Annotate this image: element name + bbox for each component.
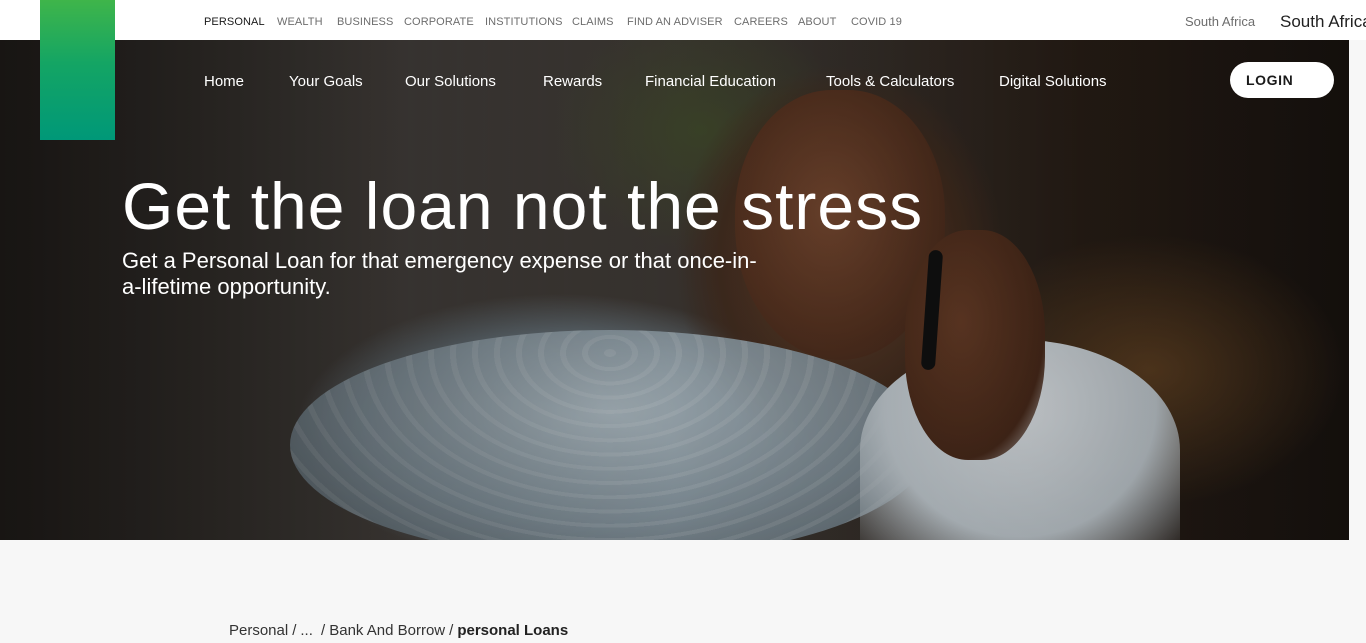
segment-bar: PERSONAL WEALTH BUSINESS CORPORATE INSTI… xyxy=(0,0,1366,40)
segment-link-institutions[interactable]: INSTITUTIONS xyxy=(485,15,563,29)
hero-banner: Home Your Goals Our Solutions Rewards Fi… xyxy=(0,40,1349,540)
nav-digital-solutions[interactable]: Digital Solutions xyxy=(999,73,1107,90)
breadcrumb-bank-borrow[interactable]: Bank And Borrow xyxy=(329,622,445,639)
segment-link-covid19[interactable]: COVID 19 xyxy=(851,15,902,29)
breadcrumb-separator: / xyxy=(292,622,297,639)
nav-your-goals[interactable]: Your Goals xyxy=(289,73,363,90)
segment-link-find-adviser[interactable]: FIND AN ADVISER xyxy=(627,15,723,29)
login-button[interactable]: LOGIN xyxy=(1230,62,1334,98)
nav-our-solutions[interactable]: Our Solutions xyxy=(405,73,496,90)
segment-link-business[interactable]: BUSINESS xyxy=(337,15,393,29)
breadcrumb-separator: / xyxy=(316,622,326,639)
segment-link-personal[interactable]: PERSONAL xyxy=(204,15,265,29)
hero-subtitle: Get a Personal Loan for that emergency e… xyxy=(122,248,757,299)
nav-financial-education[interactable]: Financial Education xyxy=(645,73,776,90)
nav-rewards[interactable]: Rewards xyxy=(543,73,602,90)
breadcrumb: Personal /... / Bank And Borrow / personal L… xyxy=(229,622,568,639)
breadcrumb-personal[interactable]: Personal xyxy=(229,622,288,639)
nav-home[interactable]: Home xyxy=(204,73,244,90)
segment-link-claims[interactable]: CLAIMS xyxy=(572,15,614,29)
segment-link-wealth[interactable]: WEALTH xyxy=(277,15,323,29)
segment-link-corporate[interactable]: CORPORATE xyxy=(404,15,474,29)
breadcrumb-ellipsis[interactable]: ... xyxy=(300,622,313,639)
country-selector[interactable]: South Africa xyxy=(1185,14,1255,29)
nav-tools-calculators[interactable]: Tools & Calculators xyxy=(826,73,954,90)
segment-link-about[interactable]: ABOUT xyxy=(798,15,836,29)
hero-title: Get the loan not the stress xyxy=(122,169,924,243)
brand-logo[interactable] xyxy=(40,0,115,140)
country-label: South Africa xyxy=(1280,12,1366,31)
breadcrumb-separator: / xyxy=(449,622,454,639)
breadcrumb-current: personal Loans xyxy=(457,622,569,639)
segment-link-careers[interactable]: CAREERS xyxy=(734,15,788,29)
